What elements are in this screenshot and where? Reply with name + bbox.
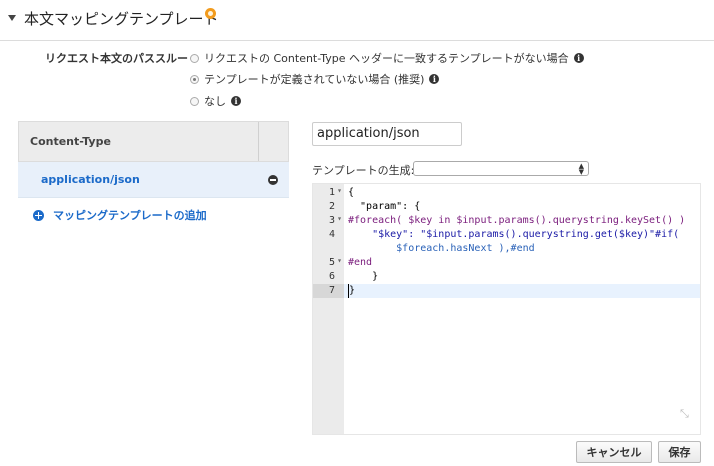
passthrough-option-when-no-match[interactable]: リクエストの Content-Type ヘッダーに一致するテンプレートがない場合… <box>190 50 584 66</box>
gutter-line: 6 <box>328 271 335 282</box>
radio-button-selected[interactable] <box>190 74 199 84</box>
add-circle-icon[interactable] <box>33 209 44 221</box>
code-line: } <box>348 271 379 282</box>
radio-button[interactable] <box>190 53 199 63</box>
section-title: 本文マッピングテンプレート <box>24 10 219 28</box>
generate-template-label: テンプレートの生成: <box>312 164 415 177</box>
gutter-line-active: 7 <box>313 284 344 298</box>
generate-template-select[interactable]: ▲ ▼ <box>413 161 589 176</box>
column-divider <box>258 122 259 161</box>
gutter-line: 1 ▾ <box>328 186 342 198</box>
content-type-row[interactable]: application/json <box>18 162 289 198</box>
content-type-table-header: Content-Type <box>18 121 289 162</box>
info-icon[interactable]: i <box>573 53 584 63</box>
code-line-cursor: } <box>348 284 356 298</box>
select-arrows-icon: ▲ ▼ <box>578 162 584 176</box>
content-type-input[interactable]: application/json <box>312 122 462 146</box>
info-icon[interactable]: i <box>429 74 440 84</box>
remove-circle-icon[interactable] <box>268 175 278 185</box>
passthrough-label: リクエスト本文のパススルー <box>45 52 188 65</box>
code-line: { <box>348 187 355 198</box>
radio-button[interactable] <box>190 96 199 106</box>
fold-arrow-icon[interactable]: ▾ <box>337 186 342 195</box>
resize-handle-icon[interactable]: ⤡ <box>680 408 692 420</box>
fold-arrow-icon[interactable]: ▾ <box>337 256 342 265</box>
option-label: リクエストの Content-Type ヘッダーに一致するテンプレートがない場合 <box>204 52 569 65</box>
save-button[interactable]: 保存 <box>658 441 701 463</box>
gutter-line: 4 <box>328 229 335 240</box>
option-label: なし <box>204 95 226 108</box>
fold-arrow-icon[interactable]: ▾ <box>337 214 342 223</box>
info-icon[interactable]: i <box>231 96 241 106</box>
gutter-line: 2 <box>328 201 335 212</box>
template-code-editor[interactable]: 1 ▾ 2 3 ▾ 4 5 ▾ 6 7 { "param": { #foreach( … <box>312 183 701 435</box>
code-line: "$key": "$input.params().querystring.get… <box>348 229 680 240</box>
collapse-triangle-icon[interactable] <box>8 15 16 21</box>
cancel-button[interactable]: キャンセル <box>576 441 652 463</box>
passthrough-option-when-no-templates[interactable]: テンプレートが定義されていない場合 (推奨) i <box>190 71 440 87</box>
option-label: テンプレートが定義されていない場合 (推奨) <box>204 73 425 86</box>
code-line: "param": { <box>348 201 421 212</box>
add-mapping-template-link[interactable]: マッピングテンプレートの追加 <box>33 207 207 223</box>
code-line: #end <box>348 257 373 268</box>
code-line-wrapped: $foreach.hasNext ),#end <box>348 243 535 254</box>
gutter-line: 3 ▾ <box>328 214 342 226</box>
gutter-line: 5 ▾ <box>328 256 342 268</box>
section-header: 本文マッピングテンプレート <box>0 0 714 41</box>
code-line: #foreach( $key in $input.params().querys… <box>348 215 686 226</box>
passthrough-option-never[interactable]: なし i <box>190 93 241 109</box>
add-mapping-template-label[interactable]: マッピングテンプレートの追加 <box>53 207 207 223</box>
content-type-header-label: Content-Type <box>30 135 111 148</box>
warning-icon <box>205 8 216 19</box>
content-type-row-label[interactable]: application/json <box>41 173 140 186</box>
active-line-highlight <box>344 284 700 298</box>
